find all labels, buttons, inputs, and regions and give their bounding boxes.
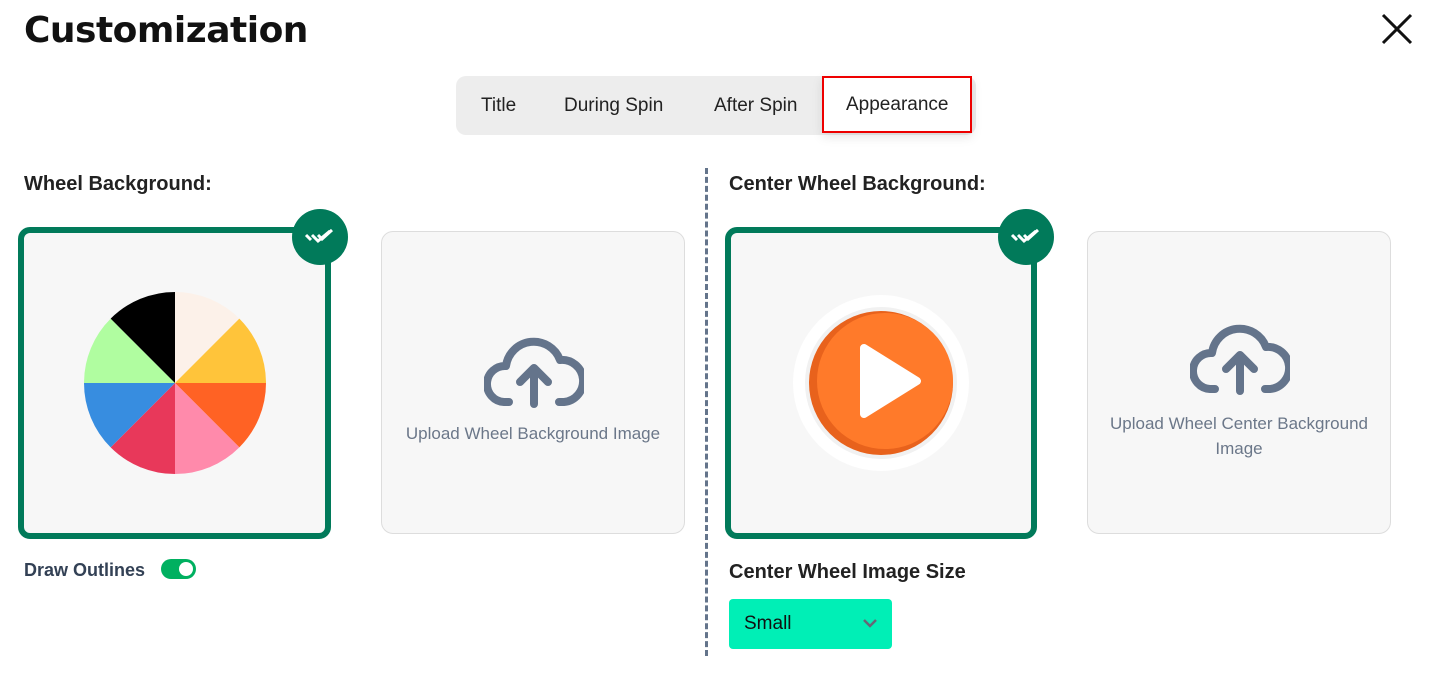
page-title: Customization	[24, 10, 308, 51]
tab-bar: Title During Spin After Spin Appearance	[456, 76, 976, 135]
draw-outlines-toggle[interactable]	[161, 559, 196, 579]
draw-outlines-label: Draw Outlines	[24, 560, 146, 580]
chevron-down-icon	[863, 619, 877, 628]
double-check-icon	[304, 228, 334, 244]
wheel-background-label: Wheel Background:	[24, 173, 212, 195]
center-size-value: Small	[744, 613, 792, 634]
double-check-icon	[1010, 228, 1040, 244]
selected-check-badge	[998, 209, 1054, 265]
tab-after-spin[interactable]: After Spin	[714, 76, 797, 135]
upload-center-background-label: Upload Wheel Center Background Image	[1110, 414, 1368, 458]
upload-wheel-background-label: Upload Wheel Background Image	[405, 424, 661, 443]
close-icon[interactable]	[1380, 12, 1414, 46]
wheel-background-default-option[interactable]	[18, 227, 331, 539]
center-background-label: Center Wheel Background:	[729, 173, 986, 195]
wheel-image	[84, 292, 266, 474]
tab-during-spin[interactable]: During Spin	[564, 76, 663, 135]
cloud-upload-icon	[1190, 324, 1290, 395]
center-background-default-option[interactable]	[725, 227, 1037, 539]
play-button-image	[793, 295, 969, 471]
tab-title[interactable]: Title	[481, 76, 516, 135]
upload-center-background-button[interactable]: Upload Wheel Center Background Image	[1087, 231, 1391, 534]
center-size-label: Center Wheel Image Size	[729, 561, 966, 583]
cloud-upload-icon	[484, 337, 584, 408]
center-size-dropdown[interactable]: Small	[729, 599, 892, 649]
tab-appearance[interactable]: Appearance	[822, 76, 973, 133]
section-divider	[705, 168, 708, 656]
selected-check-badge	[292, 209, 348, 265]
upload-wheel-background-button[interactable]: Upload Wheel Background Image	[381, 231, 685, 534]
